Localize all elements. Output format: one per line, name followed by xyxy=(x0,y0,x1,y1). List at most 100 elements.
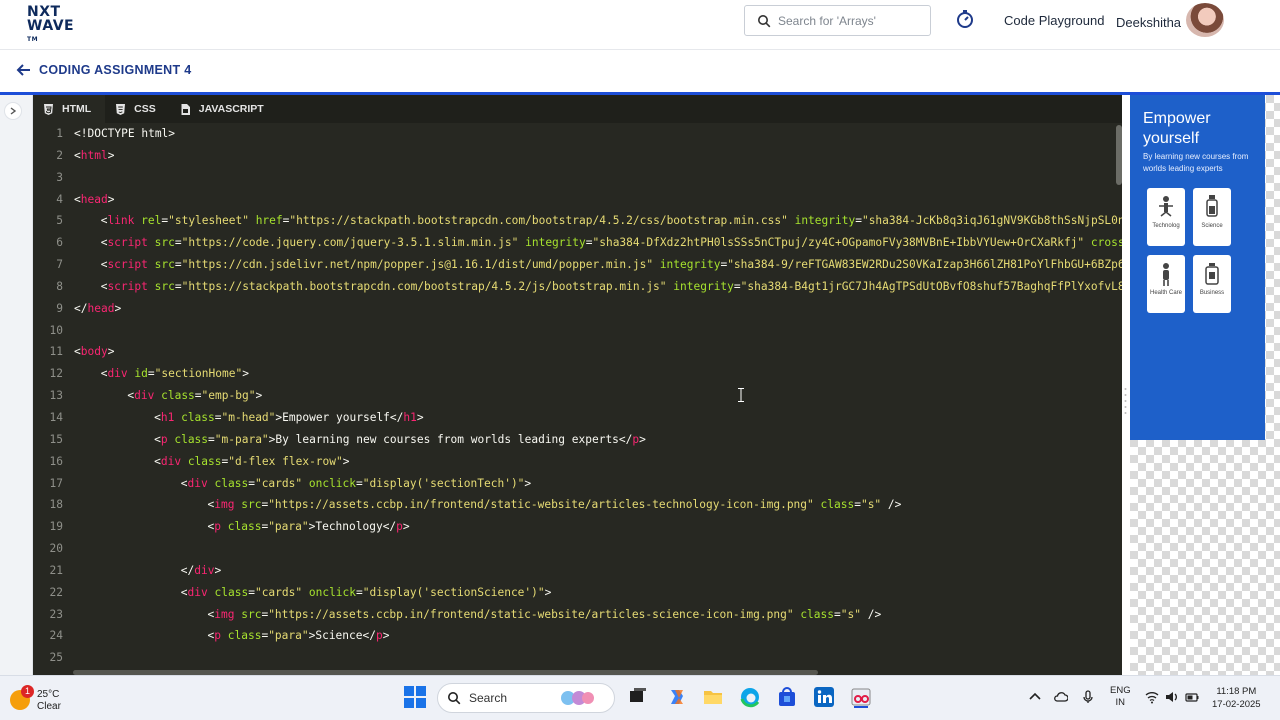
file-explorer-icon[interactable] xyxy=(702,686,724,708)
code-token: integrity xyxy=(794,214,856,228)
line-number: 19 xyxy=(49,520,63,534)
language-line-2: IN xyxy=(1115,697,1126,708)
code-lines[interactable]: 1 <!DOCTYPE html> 2 <html> 3 4 <head> 5 <link re… xyxy=(33,123,1122,669)
tab-html[interactable]: HTML xyxy=(33,95,106,123)
tab-javascript[interactable]: JAVASCRIPT xyxy=(170,95,278,123)
code-line[interactable]: 1 <!DOCTYPE html> xyxy=(33,123,1122,145)
code-line[interactable]: 16 <div class="d-flex flex-row"> xyxy=(33,451,1122,473)
card-technology-label: Technolog xyxy=(1152,223,1180,229)
code-token: div xyxy=(187,585,208,599)
line-source: <script src="https://cdn.jsdelivr.net/np… xyxy=(101,254,1122,276)
code-line[interactable]: 20 xyxy=(33,538,1122,560)
line-source: <script src="https://stackpath.bootstrap… xyxy=(101,276,1122,298)
system-clock[interactable]: 11:18 PM 17-02-2025 xyxy=(1212,685,1261,711)
assignment-title: CODING ASSIGNMENT 4 xyxy=(39,63,192,77)
code-token: > xyxy=(639,432,646,446)
code-line[interactable]: 7 <script src="https://cdn.jsdelivr.net/n… xyxy=(33,254,1122,276)
code-line[interactable]: 19 <p class="para">Technology</p> xyxy=(33,516,1122,538)
code-editor[interactable]: HTML CSS JAVASCRIPT 1 <!DOCTYPE html> 2 <ht… xyxy=(33,95,1122,675)
line-number: 12 xyxy=(49,367,63,381)
code-line[interactable]: 22 <div class="cards" onclick="display('s… xyxy=(33,582,1122,604)
taskbar-search[interactable]: Search xyxy=(437,683,615,713)
snipping-tool-icon[interactable] xyxy=(850,686,872,708)
edge-browser-icon[interactable] xyxy=(739,686,761,708)
chevron-up-icon[interactable] xyxy=(1028,690,1042,704)
copilot-icon[interactable] xyxy=(666,686,688,708)
code-line[interactable]: 21 </div> xyxy=(33,560,1122,582)
card-business[interactable]: Business xyxy=(1193,255,1231,313)
volume-icon[interactable] xyxy=(1165,690,1179,704)
code-line[interactable]: 25 xyxy=(33,647,1122,669)
output-preview[interactable]: Empower yourself By learning new courses… xyxy=(1130,95,1280,675)
windows-start-icon[interactable] xyxy=(404,686,426,708)
code-token: >Science</ xyxy=(308,629,376,643)
code-token: "s" xyxy=(860,498,882,512)
code-token: integrity xyxy=(525,236,586,250)
line-number: 22 xyxy=(49,585,63,599)
line-number: 11 xyxy=(49,345,63,359)
user-name[interactable]: Deekshitha xyxy=(1116,15,1181,30)
code-token: class xyxy=(181,410,215,424)
code-line[interactable]: 8 <script src="https://stackpath.bootstra… xyxy=(33,276,1122,298)
code-token: "https://assets.ccbp.in/frontend/static-… xyxy=(268,498,814,512)
code-line[interactable]: 2 <html> xyxy=(33,145,1122,167)
language-indicator[interactable]: ENG IN xyxy=(1110,685,1131,709)
code-token: img xyxy=(214,607,235,621)
code-token: "cards" xyxy=(254,476,303,490)
cloud-sync-icon[interactable] xyxy=(1054,690,1068,704)
code-line[interactable]: 17 <div class="cards" onclick="display('s… xyxy=(33,473,1122,495)
code-line[interactable]: 24 <p class="para">Science</p> xyxy=(33,625,1122,647)
code-line[interactable]: 10 xyxy=(33,320,1122,342)
search-box[interactable]: Search for 'Arrays' xyxy=(744,5,931,36)
code-line[interactable]: 3 xyxy=(33,167,1122,189)
card-technology[interactable]: Technolog xyxy=(1147,188,1185,246)
wifi-icon[interactable] xyxy=(1145,690,1159,704)
microphone-icon[interactable] xyxy=(1081,690,1095,704)
stopwatch-icon[interactable] xyxy=(955,9,975,29)
code-token: p xyxy=(214,520,221,534)
nxtwave-logo[interactable]: NXT WAVE TM xyxy=(27,5,89,43)
task-view-icon[interactable] xyxy=(627,686,649,708)
vertical-scrollbar[interactable] xyxy=(1116,125,1122,185)
line-source: <p class="para">Technology</p> xyxy=(208,516,410,538)
tab-css[interactable]: CSS xyxy=(105,95,170,123)
code-line[interactable]: 14 <h1 class="m-head">Empower yourself</h… xyxy=(33,407,1122,429)
code-playground-link[interactable]: Code Playground xyxy=(1004,13,1104,28)
weather-widget[interactable]: 1 25°C Clear xyxy=(10,682,70,714)
code-line[interactable]: 5 <link rel="stylesheet" href="https://st… xyxy=(33,210,1122,232)
card-science-label: Science xyxy=(1201,223,1223,229)
card-science[interactable]: Science xyxy=(1193,188,1231,246)
code-line[interactable]: 18 <img src="https://assets.ccbp.in/front… xyxy=(33,494,1122,516)
pane-resize-handle[interactable] xyxy=(1123,385,1128,421)
battery-icon[interactable] xyxy=(1185,690,1199,704)
css3-icon xyxy=(116,103,126,115)
code-token: = xyxy=(733,279,741,293)
editor-tabs: HTML CSS JAVASCRIPT xyxy=(33,95,1122,123)
back-arrow-icon[interactable] xyxy=(16,62,32,78)
card-health-care[interactable]: Health Care xyxy=(1147,255,1185,313)
text-cursor-icon xyxy=(738,388,744,402)
code-line[interactable]: 4 <head> xyxy=(33,189,1122,211)
code-token: body xyxy=(80,345,108,359)
code-line[interactable]: 23 <img src="https://assets.ccbp.in/front… xyxy=(33,604,1122,626)
line-source: <div class="emp-bg"> xyxy=(127,385,262,407)
code-line[interactable]: 11 <body> xyxy=(33,341,1122,363)
linkedin-icon[interactable] xyxy=(813,686,835,708)
code-token: class xyxy=(227,520,262,534)
code-token: class xyxy=(161,389,195,403)
avatar[interactable] xyxy=(1186,3,1224,37)
code-line[interactable]: 9 </head> xyxy=(33,298,1122,320)
line-source: </div> xyxy=(181,560,221,582)
line-number: 25 xyxy=(49,651,63,665)
code-token: < xyxy=(154,410,161,424)
code-token: "para" xyxy=(268,629,309,643)
code-line[interactable]: 6 <script src="https://code.jquery.com/jq… xyxy=(33,232,1122,254)
expand-panel-button[interactable] xyxy=(4,102,22,120)
code-line[interactable]: 13 <div class="emp-bg"> xyxy=(33,385,1122,407)
code-token: < xyxy=(180,585,188,599)
store-icon[interactable] xyxy=(776,686,798,708)
preview-heading: Empower yourself xyxy=(1143,110,1211,147)
code-line[interactable]: 15 <p class="m-para">By learning new cour… xyxy=(33,429,1122,451)
code-line[interactable]: 12 <div id="sectionHome"> xyxy=(33,363,1122,385)
